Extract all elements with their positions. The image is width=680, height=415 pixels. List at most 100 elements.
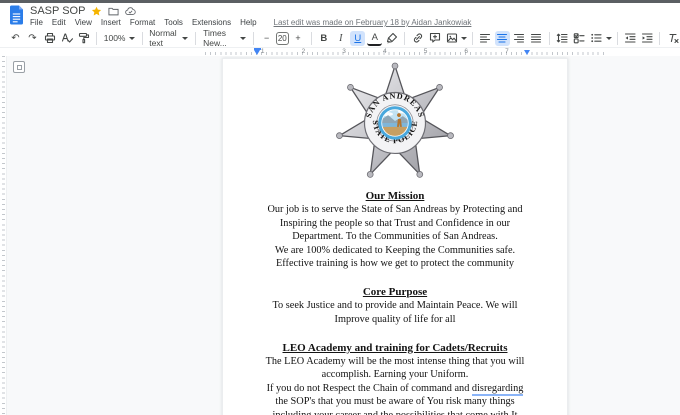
document-text-line[interactable]: Improve quality of life for all bbox=[223, 313, 567, 327]
justify-icon bbox=[531, 33, 542, 43]
spelling-check-button[interactable] bbox=[59, 31, 74, 46]
document-section: Our Mission Our job is to serve the State… bbox=[223, 189, 567, 271]
menu-item-help[interactable]: Help bbox=[240, 18, 256, 27]
section-heading[interactable]: LEO Academy and training for Cadets/Recr… bbox=[223, 341, 567, 355]
toolbar-separator bbox=[96, 31, 97, 45]
chevron-down-icon[interactable] bbox=[605, 36, 612, 40]
redo-button[interactable]: ↷ bbox=[25, 31, 40, 46]
highlight-color-button[interactable] bbox=[384, 31, 399, 46]
document-title[interactable]: SASP SOP bbox=[30, 5, 85, 17]
menu-item-format[interactable]: Format bbox=[130, 18, 155, 27]
checklist-icon bbox=[573, 33, 585, 44]
bold-button[interactable]: B bbox=[316, 31, 331, 46]
plus-icon: + bbox=[295, 33, 301, 43]
last-edit-link[interactable]: Last edit was made on February 18 by Aid… bbox=[274, 18, 472, 27]
italic-button[interactable]: I bbox=[333, 31, 348, 46]
chevron-down-icon[interactable] bbox=[461, 36, 468, 40]
google-docs-logo[interactable] bbox=[9, 5, 24, 25]
checklist-button[interactable] bbox=[572, 31, 587, 46]
increase-font-size-button[interactable]: + bbox=[291, 31, 306, 46]
decrease-font-size-button[interactable]: − bbox=[259, 31, 274, 46]
chevron-down-icon bbox=[240, 36, 247, 40]
spellcheck-icon bbox=[61, 33, 73, 43]
document-text-line[interactable]: Inspiring the people so that Trust and C… bbox=[223, 217, 567, 231]
left-indent-marker[interactable] bbox=[254, 50, 260, 55]
ruler-number: 3 bbox=[342, 48, 346, 55]
document-text-line[interactable]: We are 100% dedicated to Keeping the Com… bbox=[223, 244, 567, 258]
menu-item-file[interactable]: File bbox=[30, 18, 43, 27]
toolbar-separator bbox=[253, 31, 255, 45]
print-icon bbox=[44, 32, 55, 44]
ruler-number: 4 bbox=[382, 48, 387, 55]
decrease-indent-button[interactable] bbox=[622, 31, 637, 46]
line-spacing-button[interactable] bbox=[555, 31, 570, 46]
menu-item-extensions[interactable]: Extensions bbox=[192, 18, 231, 27]
sasp-badge-image[interactable]: SAN ANDREAS STATE POLICE bbox=[315, 62, 475, 180]
section-heading[interactable]: Core Purpose bbox=[223, 285, 567, 299]
menu-item-edit[interactable]: Edit bbox=[52, 18, 66, 27]
link-icon bbox=[413, 33, 422, 43]
insert-image-button[interactable] bbox=[444, 31, 459, 46]
toolbar-separator bbox=[472, 31, 473, 45]
toolbar-separator bbox=[659, 31, 661, 45]
font-select[interactable]: Times New... bbox=[201, 28, 248, 48]
justify-button[interactable] bbox=[529, 31, 544, 46]
move-folder-icon[interactable] bbox=[108, 6, 119, 17]
document-text-line[interactable]: the SOP's that you must be aware of You … bbox=[223, 395, 567, 409]
line-spacing-icon bbox=[556, 33, 568, 43]
grammar-suggestion-word[interactable]: disregarding bbox=[471, 382, 524, 396]
section-heading[interactable]: Our Mission bbox=[223, 189, 567, 203]
align-center-button[interactable] bbox=[494, 30, 510, 46]
document-canvas: SAN ANDREAS STATE POLICE Our Mission Our … bbox=[0, 56, 680, 415]
undo-button[interactable]: ↶ bbox=[8, 31, 23, 46]
print-button[interactable] bbox=[42, 31, 57, 46]
ruler-ticks bbox=[205, 52, 605, 55]
align-right-button[interactable] bbox=[512, 31, 527, 46]
image-icon bbox=[446, 33, 457, 43]
menu-item-tools[interactable]: Tools bbox=[164, 18, 183, 27]
document-text-line[interactable]: If you do not Respect the Chain of comma… bbox=[223, 382, 567, 396]
document-text-line[interactable]: Our job is to serve the State of San And… bbox=[223, 203, 567, 217]
document-text-line[interactable]: Department. To the Communities of San An… bbox=[223, 230, 567, 244]
minus-icon: − bbox=[263, 33, 270, 43]
horizontal-ruler[interactable]: 1 2 3 4 5 6 7 bbox=[0, 48, 680, 56]
ruler-number: 5 bbox=[423, 48, 428, 55]
align-left-icon bbox=[480, 33, 491, 43]
bulleted-list-button[interactable] bbox=[589, 31, 604, 46]
clear-formatting-icon bbox=[668, 33, 679, 44]
add-comment-button[interactable] bbox=[427, 31, 442, 46]
document-text-line[interactable]: including your career and the possibilit… bbox=[223, 409, 567, 415]
toolbar-separator bbox=[310, 31, 312, 45]
align-left-button[interactable] bbox=[478, 31, 493, 46]
increase-indent-button[interactable] bbox=[639, 31, 654, 46]
document-text-line[interactable]: accomplish. Earning your Uniform. bbox=[223, 368, 567, 382]
bulleted-list-icon bbox=[591, 33, 602, 43]
paint-format-button[interactable] bbox=[76, 31, 91, 46]
zoom-select[interactable]: 100% bbox=[102, 33, 137, 43]
align-right-icon bbox=[514, 33, 525, 43]
ruler-number: 6 bbox=[464, 48, 468, 55]
clear-formatting-button[interactable] bbox=[665, 31, 680, 46]
show-document-outline-button[interactable] bbox=[13, 61, 25, 73]
favorite-star-icon[interactable] bbox=[91, 6, 102, 17]
text-color-button[interactable]: A bbox=[367, 31, 383, 46]
insert-link-button[interactable] bbox=[410, 31, 425, 46]
document-status-cloud-icon[interactable] bbox=[125, 6, 137, 17]
vertical-ruler[interactable] bbox=[0, 56, 7, 415]
document-text-line[interactable]: Effective training is how we get to prot… bbox=[223, 257, 567, 271]
underline-button[interactable]: U bbox=[350, 30, 366, 46]
toolbar-separator bbox=[548, 31, 550, 45]
menu-bar: File Edit View Insert Format Tools Extensions H… bbox=[30, 18, 471, 27]
highlighter-icon bbox=[386, 32, 397, 44]
document-page[interactable]: SAN ANDREAS STATE POLICE Our Mission Our … bbox=[222, 58, 568, 415]
font-size-input[interactable]: 20 bbox=[276, 31, 289, 45]
document-text-line[interactable]: To seek Justice and to provide and Maint… bbox=[223, 299, 567, 313]
menu-item-view[interactable]: View bbox=[75, 18, 92, 27]
right-indent-marker[interactable] bbox=[524, 50, 530, 55]
toolbar-separator bbox=[195, 31, 197, 45]
align-center-icon bbox=[497, 33, 508, 43]
styles-select[interactable]: Normal text bbox=[147, 28, 190, 48]
toolbar-separator bbox=[141, 31, 143, 45]
menu-item-insert[interactable]: Insert bbox=[101, 18, 121, 27]
document-text-line[interactable]: The LEO Academy will be the most intense… bbox=[223, 355, 567, 369]
